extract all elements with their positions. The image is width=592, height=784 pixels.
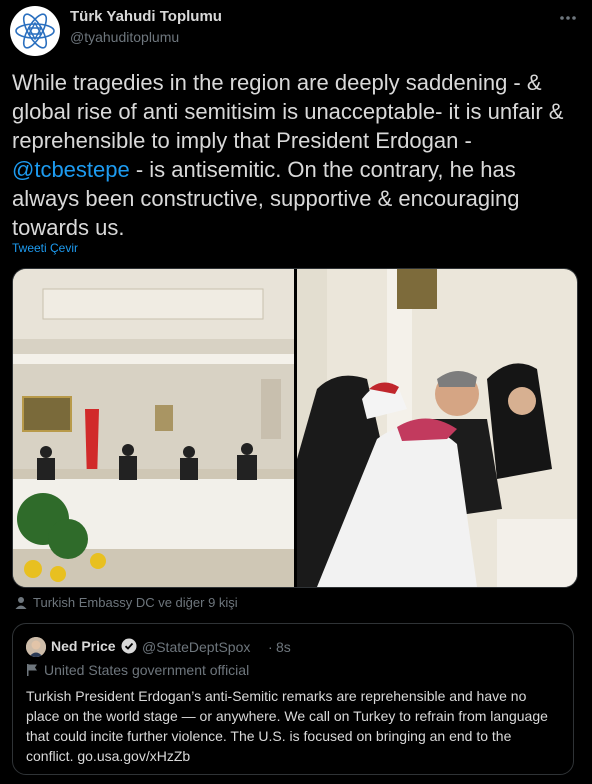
government-label-text: United States government official bbox=[44, 662, 250, 678]
tagged-people-label: Turkish Embassy DC ve diğer 9 kişi bbox=[33, 595, 238, 610]
more-icon bbox=[560, 16, 576, 20]
verified-badge-icon bbox=[121, 638, 137, 654]
translate-tweet-link[interactable]: Tweeti Çevir bbox=[12, 241, 78, 255]
quote-author-avatar[interactable] bbox=[26, 637, 46, 657]
atom-star-logo-icon bbox=[15, 13, 55, 49]
author-handle[interactable]: @tyahuditoplumu bbox=[70, 29, 179, 45]
tweet-text-part: While tragedies in the region are deeply… bbox=[12, 70, 564, 153]
person-icon bbox=[15, 596, 27, 609]
government-label[interactable]: United States government official bbox=[26, 662, 249, 678]
mention-link[interactable]: @tcbestepe bbox=[12, 157, 130, 182]
quote-timestamp[interactable]: 8s bbox=[276, 639, 291, 655]
tagged-people[interactable]: Turkish Embassy DC ve diğer 9 kişi bbox=[14, 595, 238, 610]
quote-text: Turkish President Erdogan’s anti-Semitic… bbox=[26, 688, 548, 764]
more-button[interactable] bbox=[556, 8, 580, 28]
flag-icon bbox=[27, 664, 37, 676]
tweet-text: While tragedies in the region are deeply… bbox=[12, 68, 580, 242]
photo-closeup[interactable] bbox=[297, 269, 577, 587]
author-avatar[interactable] bbox=[10, 6, 60, 56]
quote-author-name[interactable]: Ned Price bbox=[51, 638, 116, 654]
tweet-media[interactable] bbox=[12, 268, 578, 588]
quote-separator: · bbox=[268, 639, 273, 655]
quoted-tweet[interactable]: Ned Price @StateDeptSpox · 8s United Sta… bbox=[12, 623, 574, 775]
author-name[interactable]: Türk Yahudi Toplumu bbox=[70, 8, 222, 25]
quote-author-handle[interactable]: @StateDeptSpox bbox=[142, 639, 250, 655]
photo-dining-hall[interactable] bbox=[13, 269, 294, 587]
